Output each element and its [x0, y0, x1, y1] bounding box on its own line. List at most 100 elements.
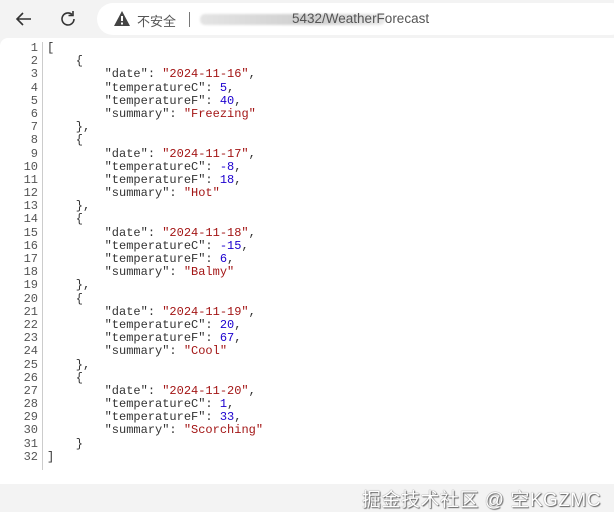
json-token: , [227, 397, 235, 412]
json-token: "summary": [47, 186, 184, 201]
line-number: 3 [30, 67, 38, 82]
json-token: , [248, 304, 256, 319]
json-token: , [248, 383, 256, 398]
json-token: [ [47, 41, 55, 55]
line-number: 19 [23, 278, 38, 293]
json-token: "date": [47, 383, 163, 398]
back-button[interactable] [10, 5, 38, 33]
json-token: { [47, 133, 84, 148]
json-number: 18 [219, 172, 235, 187]
json-token: "summary": [47, 106, 184, 121]
line-number: 10 [23, 159, 38, 174]
line-number: 8 [30, 133, 38, 148]
line-number: 32 [23, 449, 38, 464]
json-token: , [234, 172, 242, 187]
json-string: "2024-11-19" [162, 304, 249, 319]
json-token: , [234, 331, 242, 346]
code-line: 3 "date": "2024-11-16", [0, 67, 256, 82]
json-string: "2024-11-17" [162, 146, 249, 161]
json-token: } [47, 436, 84, 451]
line-number: 14 [23, 212, 38, 227]
divider [189, 12, 190, 27]
json-token: "date": [47, 225, 163, 240]
json-number: -8 [219, 159, 235, 174]
json-token: }, [47, 278, 91, 293]
code-line: 15 "date": "2024-11-18", [0, 225, 256, 240]
json-token: , [234, 93, 242, 108]
code-line: 32] [0, 449, 55, 464]
code-line: 19 }, [0, 278, 91, 293]
line-number: 15 [23, 225, 38, 240]
json-token: { [47, 370, 84, 385]
json-number: 20 [219, 317, 235, 332]
line-number: 9 [30, 146, 38, 161]
json-token: , [248, 146, 256, 161]
code-line: 26 { [0, 370, 83, 385]
line-number: 20 [23, 291, 38, 306]
json-token: "summary": [47, 423, 184, 438]
code-line: 30 "summary": "Scorching" [0, 423, 263, 438]
json-token: }, [47, 120, 91, 135]
json-token: "temperatureC": [47, 159, 220, 174]
code-line: 14 { [0, 212, 83, 227]
line-number: 4 [30, 80, 38, 95]
line-number: 21 [23, 304, 38, 319]
json-token: "temperatureC": [47, 397, 220, 412]
json-token: , [248, 225, 256, 240]
json-token: "temperatureF": [47, 331, 220, 346]
json-token: "temperatureC": [47, 238, 220, 253]
json-token: "summary": [47, 265, 184, 280]
json-number: 40 [219, 93, 235, 108]
json-string: "Cool" [183, 344, 228, 359]
json-token: , [234, 410, 242, 425]
json-token: "temperatureF": [47, 410, 220, 425]
json-token: "date": [47, 67, 163, 82]
security-label[interactable]: 不安全 [137, 11, 176, 30]
json-token: , [227, 80, 235, 95]
json-token: "temperatureC": [47, 80, 220, 95]
json-string: "Freezing" [183, 106, 256, 121]
line-number: 25 [23, 357, 38, 372]
json-number: 6 [219, 252, 228, 266]
json-token: , [241, 238, 249, 253]
url-text[interactable]: 5432/WeatherForecast [292, 11, 429, 26]
json-token: , [227, 252, 235, 266]
json-token: , [248, 67, 256, 82]
json-number: 67 [219, 331, 235, 346]
json-token: "temperatureF": [47, 172, 220, 187]
line-number: 26 [23, 370, 38, 385]
json-string: "2024-11-20" [162, 383, 249, 398]
json-token: }, [47, 357, 91, 372]
line-number: 31 [23, 436, 38, 451]
json-number: -15 [219, 238, 242, 253]
warning-icon [114, 11, 130, 26]
json-token: "temperatureC": [47, 317, 220, 332]
code-line: 8 { [0, 133, 83, 148]
json-token: , [234, 317, 242, 332]
reload-button[interactable] [54, 5, 82, 33]
json-string: "2024-11-18" [162, 225, 249, 240]
json-viewer: 1[2 {3 "date": "2024-11-16", 4 "temperatu… [0, 38, 614, 511]
json-number: 33 [219, 410, 235, 425]
reload-icon [61, 11, 75, 26]
code-line: 9 "date": "2024-11-17", [0, 146, 256, 161]
json-token: }, [47, 199, 91, 214]
line-number: 30 [23, 423, 38, 438]
code-line: 21 "date": "2024-11-19", [0, 304, 256, 319]
arrow-left-icon [15, 12, 31, 26]
address-bar[interactable]: 不安全 5432/WeatherForecast [97, 3, 614, 35]
json-token: "date": [47, 304, 163, 319]
json-string: "Scorching" [183, 423, 264, 438]
code-line: 31 } [0, 436, 83, 451]
json-number: 1 [219, 397, 228, 412]
json-string: "Hot" [183, 186, 220, 201]
line-text: ] [47, 449, 55, 464]
code-line: 24 "summary": "Cool" [0, 345, 227, 358]
json-token: { [47, 291, 84, 306]
json-token: { [47, 54, 84, 69]
json-token: ] [47, 449, 55, 464]
watermark: 掘金技术社区 @ 空KGZMC [362, 490, 601, 511]
code-line: 5 "temperatureF": 40, [0, 94, 242, 108]
browser-toolbar: 不安全 5432/WeatherForecast [0, 0, 614, 38]
json-token: { [47, 212, 84, 227]
